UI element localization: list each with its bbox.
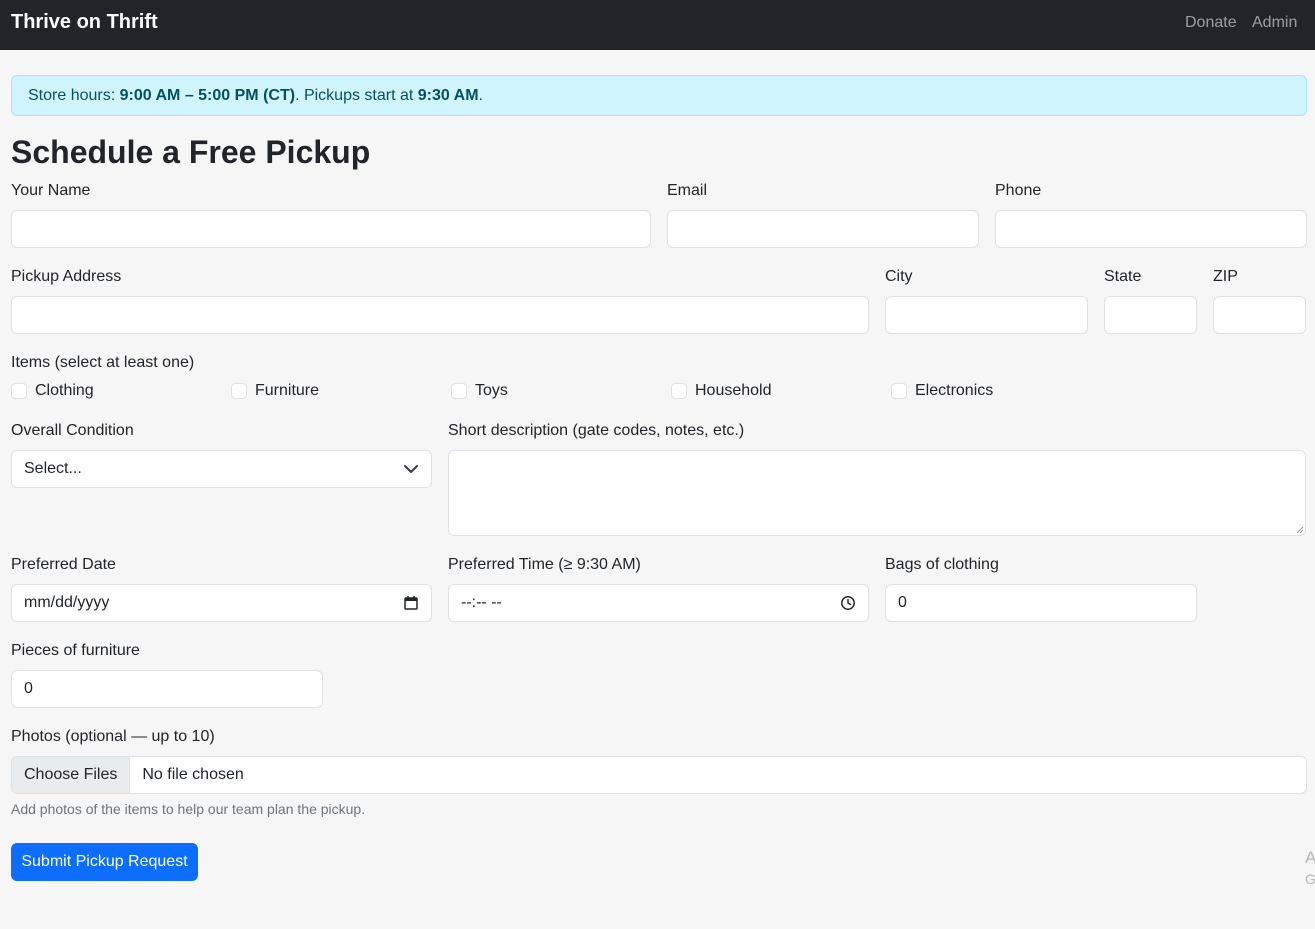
description-label: Short description (gate codes, notes, et… — [448, 422, 745, 439]
state-input[interactable] — [1104, 296, 1197, 334]
condition-select[interactable]: Select... — [11, 450, 432, 488]
page-title: Schedule a Free Pickup — [11, 134, 371, 170]
date-value: mm/dd/yyyy — [24, 594, 110, 611]
photos-file-input[interactable]: Choose Files No file chosen — [11, 756, 1307, 794]
checkbox-electronics[interactable]: Electronics — [891, 382, 993, 400]
nav-link-admin[interactable]: Admin — [1252, 14, 1297, 32]
choose-files-button[interactable]: Choose Files — [12, 757, 131, 793]
time-label: Preferred Time (≥ 9:30 AM) — [448, 556, 641, 573]
alert-suffix: . — [478, 87, 483, 104]
checkbox-label: Electronics — [915, 382, 994, 399]
alert-middle: . Pickups start at — [295, 87, 418, 104]
submit-button[interactable]: Submit Pickup Request — [11, 843, 198, 881]
alert-hours: 9:00 AM – 5:00 PM (CT) — [119, 87, 296, 104]
checkbox-household[interactable]: Household — [671, 382, 772, 400]
checkbox-box[interactable] — [671, 383, 687, 399]
address-label: Pickup Address — [11, 268, 122, 285]
checkbox-label: Household — [695, 382, 772, 399]
phone-label: Phone — [995, 182, 1042, 199]
furniture-input[interactable]: 0 — [11, 670, 323, 708]
checkbox-box[interactable] — [451, 383, 467, 399]
checkbox-furniture[interactable]: Furniture — [231, 382, 319, 400]
checkbox-label: Furniture — [255, 382, 320, 399]
furniture-label: Pieces of furniture — [11, 642, 140, 659]
date-input[interactable]: mm/dd/yyyy — [11, 584, 432, 622]
navbar: Thrive on Thrift Donate Admin — [0, 0, 1315, 50]
nav-link-donate[interactable]: Donate — [1185, 14, 1237, 32]
calendar-icon[interactable] — [403, 595, 419, 611]
city-input[interactable] — [885, 296, 1088, 334]
checkbox-label: Toys — [475, 382, 508, 399]
zip-label: ZIP — [1213, 268, 1238, 285]
phone-input[interactable] — [995, 210, 1307, 248]
items-label: Items (select at least one) — [11, 354, 195, 371]
checkbox-box[interactable] — [11, 383, 27, 399]
address-input[interactable] — [11, 296, 869, 334]
bags-input[interactable]: 0 — [885, 584, 1197, 622]
checkbox-toys[interactable]: Toys — [451, 382, 508, 400]
file-status: No file chosen — [142, 766, 244, 783]
condition-label: Overall Condition — [11, 422, 134, 439]
edge-glyph-top: A — [1305, 848, 1315, 867]
chevron-down-icon — [404, 465, 418, 473]
time-input[interactable]: --:-- -- — [448, 584, 869, 622]
edge-glyph-bottom: G — [1305, 871, 1315, 887]
name-input[interactable] — [11, 210, 651, 248]
checkbox-clothing[interactable]: Clothing — [11, 382, 94, 400]
state-label: State — [1104, 268, 1142, 285]
photos-label: Photos (optional — up to 10) — [11, 728, 215, 745]
clock-icon[interactable] — [840, 595, 856, 611]
checkbox-label: Clothing — [35, 382, 94, 399]
email-label: Email — [667, 182, 708, 199]
photos-help-text: Add photos of the items to help our team… — [11, 801, 366, 817]
zip-input[interactable] — [1213, 296, 1306, 334]
condition-selected-value: Select... — [24, 460, 82, 477]
checkbox-box[interactable] — [891, 383, 907, 399]
resize-handle-icon[interactable] — [1296, 526, 1304, 534]
checkbox-box[interactable] — [231, 383, 247, 399]
description-textarea[interactable] — [448, 450, 1306, 536]
name-label: Your Name — [11, 182, 91, 199]
alert-pickup-start: 9:30 AM — [417, 87, 479, 104]
alert-prefix: Store hours: — [28, 87, 120, 104]
bags-label: Bags of clothing — [885, 556, 999, 573]
brand-logo[interactable]: Thrive on Thrift — [11, 11, 158, 34]
email-input[interactable] — [667, 210, 979, 248]
city-label: City — [885, 268, 913, 285]
store-hours-alert: Store hours: 9:00 AM – 5:00 PM (CT). Pic… — [11, 75, 1307, 116]
time-value: --:-- -- — [461, 594, 502, 611]
date-label: Preferred Date — [11, 556, 116, 573]
